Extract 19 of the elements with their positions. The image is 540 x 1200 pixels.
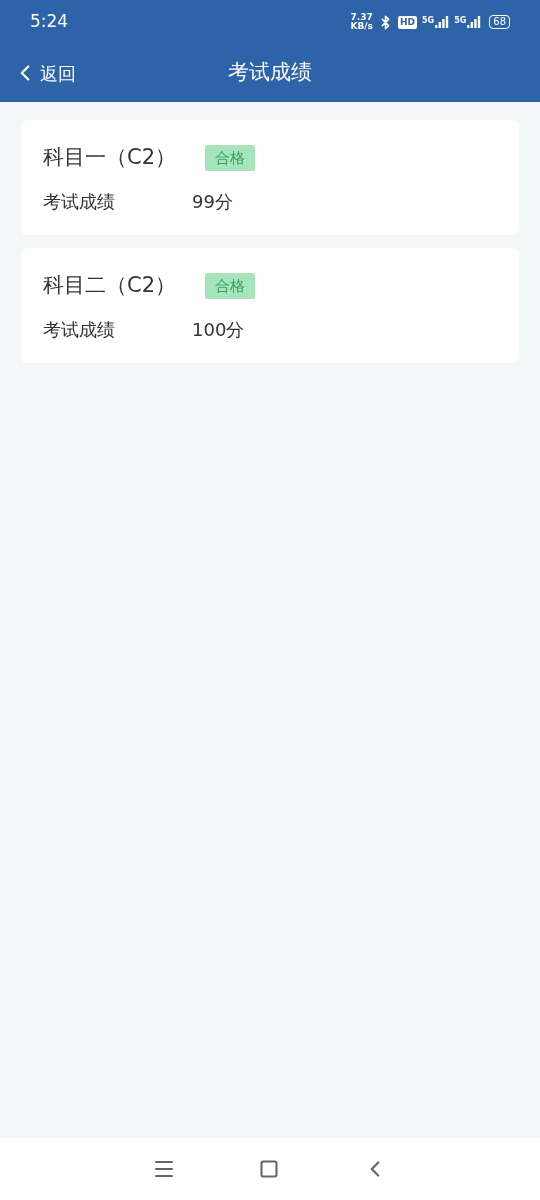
- score-value: 99分: [192, 189, 233, 214]
- signal-icon: [467, 16, 482, 28]
- score-label: 考试成绩: [43, 317, 116, 342]
- pass-status: 合格: [205, 272, 255, 299]
- score-value: 100分: [192, 317, 245, 342]
- network-type: 5G: [454, 16, 467, 25]
- back-button[interactable]: 返回: [12, 59, 76, 87]
- subject-title: 科目一（C2）: [43, 144, 178, 171]
- net-speed: 7.37 KB/s: [350, 13, 373, 31]
- score-label: 考试成绩: [43, 189, 116, 214]
- status-time: 5:24: [30, 10, 69, 34]
- subject-title: 科目二（C2）: [43, 272, 178, 299]
- network-type: 5G: [422, 16, 435, 25]
- signal-icon: [435, 16, 450, 28]
- battery-indicator: 68: [489, 15, 510, 29]
- home-icon[interactable]: [259, 1159, 279, 1179]
- pass-status: 合格: [205, 144, 255, 171]
- page-title: 考试成绩: [228, 59, 312, 87]
- hd-indicator: HD: [397, 15, 417, 29]
